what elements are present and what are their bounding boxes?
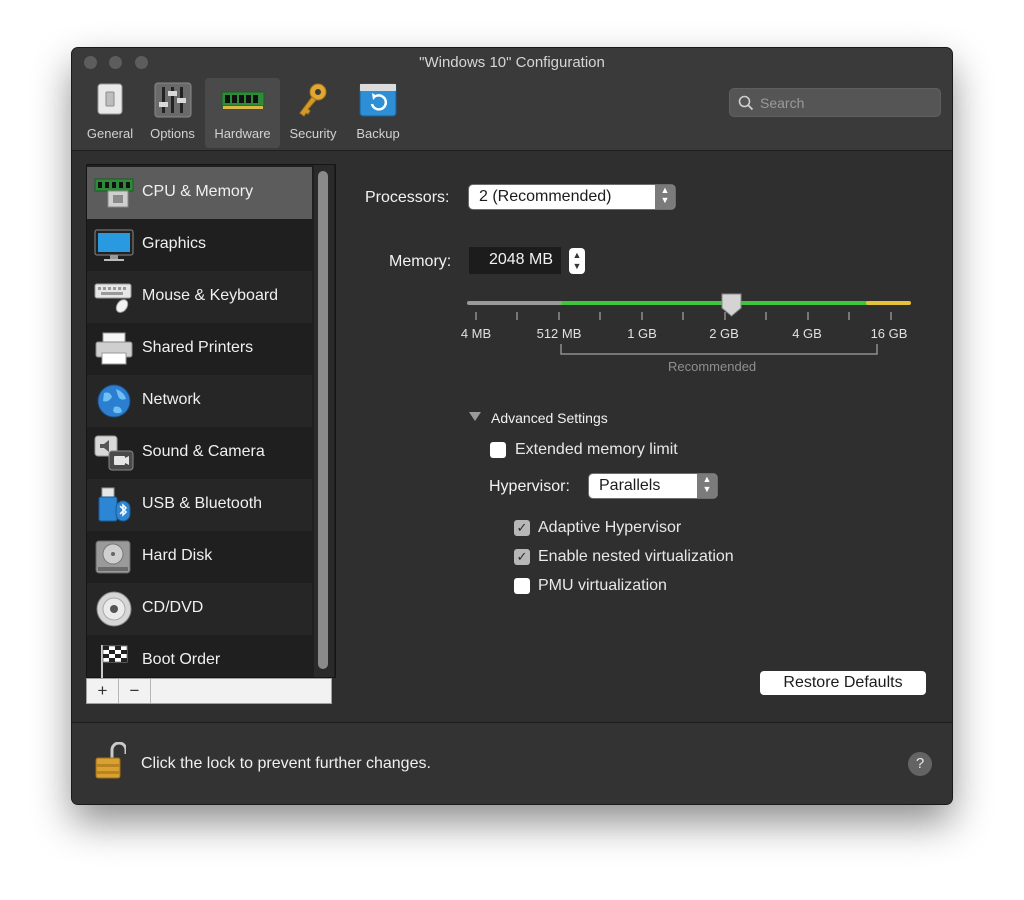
sidebar-item-shared-printers[interactable]: Shared Printers xyxy=(87,323,312,375)
globe-icon xyxy=(97,384,131,418)
processors-popup[interactable]: 2 (Recommended) ▲ ▼ xyxy=(469,185,675,209)
recommended-label: Recommended xyxy=(668,359,757,374)
search-icon xyxy=(738,95,754,111)
sidebar-scroll-thumb[interactable] xyxy=(318,171,328,669)
extended-memory-checkbox[interactable] xyxy=(490,442,506,458)
sidebar-item-label: CPU & Memory xyxy=(142,183,254,200)
tab-hardware-label: Hardware xyxy=(214,126,271,141)
memory-slider[interactable] xyxy=(462,288,922,324)
cd-dvd-icon xyxy=(96,591,132,627)
sidebar-scrollbar[interactable] xyxy=(314,165,334,677)
hypervisor-label: Hypervisor: xyxy=(489,478,570,495)
slider-track-recommended xyxy=(562,301,867,305)
memory-stepper[interactable]: ▲ ▼ xyxy=(569,248,585,274)
pmu-virtualization-checkbox[interactable] xyxy=(514,578,530,594)
hard-disk-icon xyxy=(95,540,131,574)
sidebar-item-label: Mouse & Keyboard xyxy=(142,287,279,304)
add-remove-bar: + − xyxy=(86,678,332,704)
search-input[interactable] xyxy=(758,92,932,114)
sidebar-item-label: Shared Printers xyxy=(142,339,254,356)
options-sliders-icon xyxy=(154,82,192,121)
speaker-camera-icon xyxy=(94,435,134,471)
extended-memory-label: Extended memory limit xyxy=(515,441,678,458)
usb-bluetooth-icon xyxy=(98,487,131,522)
processors-value: 2 (Recommended) xyxy=(479,188,612,205)
sidebar-item-label: CD/DVD xyxy=(142,599,204,616)
popup-arrows-icon: ▲ ▼ xyxy=(697,474,717,498)
keyboard-mouse-icon xyxy=(94,283,132,313)
add-device-button[interactable]: + xyxy=(87,679,119,703)
help-button[interactable]: ? xyxy=(908,752,932,776)
sidebar-item-label: Network xyxy=(142,391,201,408)
tab-options[interactable]: Options xyxy=(142,78,203,148)
security-key-icon xyxy=(296,82,330,121)
hardware-device-list[interactable]: CPU & Memory Graphics Mouse & Keyboard S… xyxy=(86,164,336,679)
hardware-memory-chip-icon xyxy=(221,82,265,119)
sidebar-item-cd-dvd[interactable]: CD/DVD xyxy=(87,583,312,635)
sidebar-item-label: Sound & Camera xyxy=(142,443,265,460)
backup-restore-icon xyxy=(359,82,397,121)
sidebar-item-cpu-memory[interactable]: CPU & Memory xyxy=(87,167,312,219)
tab-hardware[interactable]: Hardware xyxy=(205,78,280,148)
disclosure-triangle-icon[interactable] xyxy=(469,412,481,422)
sidebar-item-boot-order[interactable]: Boot Order xyxy=(87,635,312,679)
general-switch-icon xyxy=(93,82,127,119)
nested-virtualization-label: Enable nested virtualization xyxy=(538,548,734,565)
sidebar-item-mouse-keyboard[interactable]: Mouse & Keyboard xyxy=(87,271,312,323)
tab-general[interactable]: General xyxy=(80,78,140,148)
slider-tick-label: 16 GB xyxy=(870,326,908,341)
sidebar-item-hard-disk[interactable]: Hard Disk xyxy=(87,531,312,583)
sidebar-item-label: Boot Order xyxy=(142,651,221,668)
pmu-virtualization-label: PMU virtualization xyxy=(538,577,667,594)
slider-tick-label: 512 MB xyxy=(536,326,582,341)
adaptive-hypervisor-label: Adaptive Hypervisor xyxy=(538,519,682,536)
popup-arrows-icon: ▲ ▼ xyxy=(655,185,675,209)
memory-label: Memory: xyxy=(389,253,452,270)
tab-security-label: Security xyxy=(289,126,337,141)
tab-options-label: Options xyxy=(150,126,195,141)
slider-tick-label: 4 GB xyxy=(792,326,822,341)
sidebar-item-graphics[interactable]: Graphics xyxy=(87,219,312,271)
sidebar-item-label: Graphics xyxy=(142,235,207,252)
slider-tick-label: 1 GB xyxy=(627,326,657,341)
window-title: "Windows 10" Configuration xyxy=(419,54,605,71)
remove-device-button[interactable]: − xyxy=(119,679,151,703)
sidebar-item-sound-camera[interactable]: Sound & Camera xyxy=(87,427,312,479)
hypervisor-value: Parallels xyxy=(599,477,661,494)
tab-backup[interactable]: Backup xyxy=(346,78,410,148)
tab-security[interactable]: Security xyxy=(282,78,344,148)
checkered-flag-icon xyxy=(101,645,128,679)
processors-label: Processors: xyxy=(365,189,450,206)
nested-virtualization-checkbox[interactable]: ✓ xyxy=(514,549,530,565)
printer-icon xyxy=(95,332,133,365)
tab-general-label: General xyxy=(86,126,134,141)
configuration-window: "Windows 10" Configuration General Optio… xyxy=(72,48,952,804)
restore-defaults-button[interactable]: Restore Defaults xyxy=(760,671,926,695)
slider-track-low xyxy=(467,301,563,305)
search-field[interactable] xyxy=(729,88,941,117)
memory-value: 2048 MB xyxy=(488,251,553,268)
recommended-bracket xyxy=(560,344,878,355)
slider-tick-label: 2 GB xyxy=(709,326,739,341)
lock-icon[interactable] xyxy=(94,742,126,780)
sidebar-item-usb-bluetooth[interactable]: USB & Bluetooth xyxy=(87,479,312,531)
slider-tick-label: 4 MB xyxy=(460,326,492,341)
hypervisor-popup[interactable]: Parallels ▲ ▼ xyxy=(589,474,717,498)
memory-field[interactable]: 2048 MB xyxy=(469,247,561,274)
adaptive-hypervisor-checkbox[interactable]: ✓ xyxy=(514,520,530,536)
advanced-settings-label[interactable]: Advanced Settings xyxy=(491,410,608,426)
sidebar-item-label: Hard Disk xyxy=(142,547,213,564)
toolbar: "Windows 10" Configuration General Optio… xyxy=(72,48,952,151)
cpu-memory-icon xyxy=(94,178,134,208)
slider-track-high xyxy=(866,301,911,305)
tab-backup-label: Backup xyxy=(356,126,400,141)
lock-message: Click the lock to prevent further change… xyxy=(141,755,431,772)
sidebar-item-network[interactable]: Network xyxy=(87,375,312,427)
monitor-icon xyxy=(94,229,134,261)
sidebar-item-label: USB & Bluetooth xyxy=(142,495,263,512)
